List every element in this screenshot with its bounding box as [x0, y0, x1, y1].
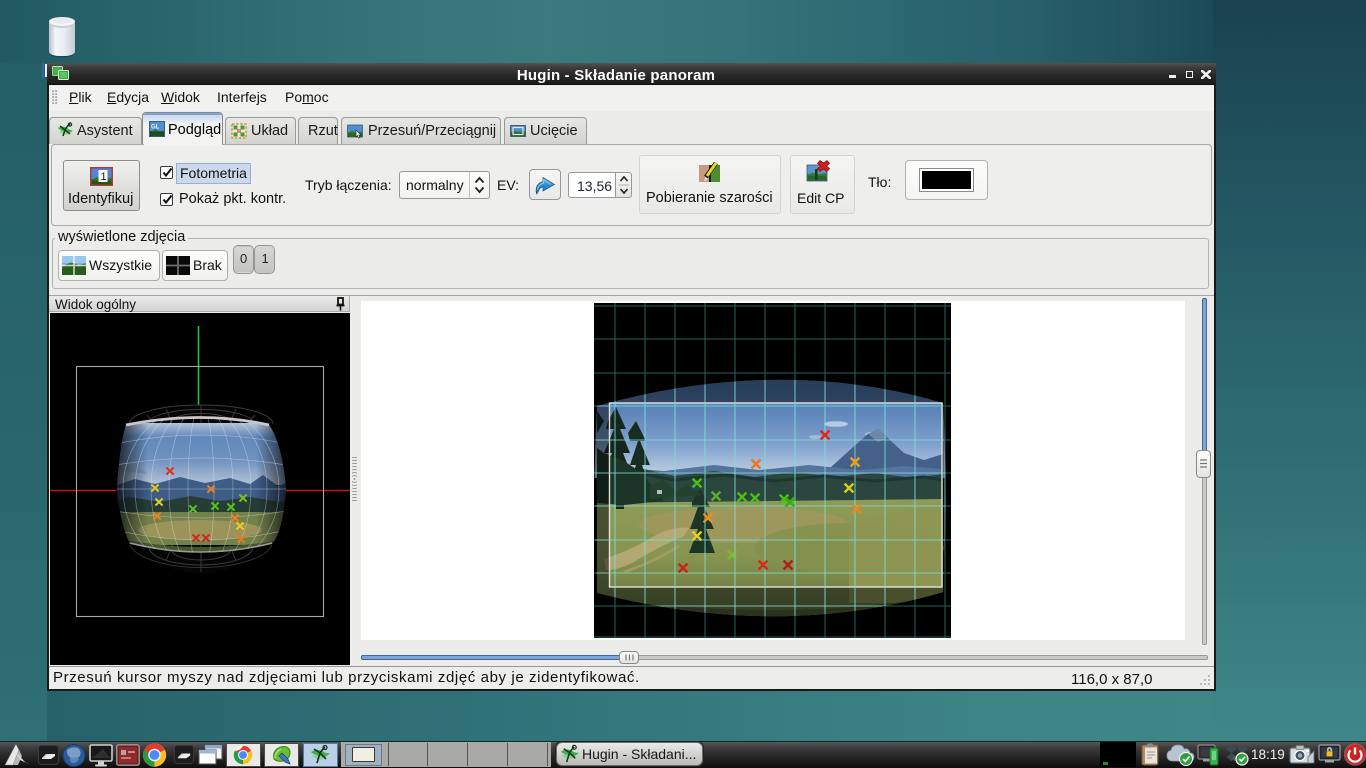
svg-text:GL: GL	[151, 125, 160, 131]
svg-text:1: 1	[101, 171, 107, 183]
